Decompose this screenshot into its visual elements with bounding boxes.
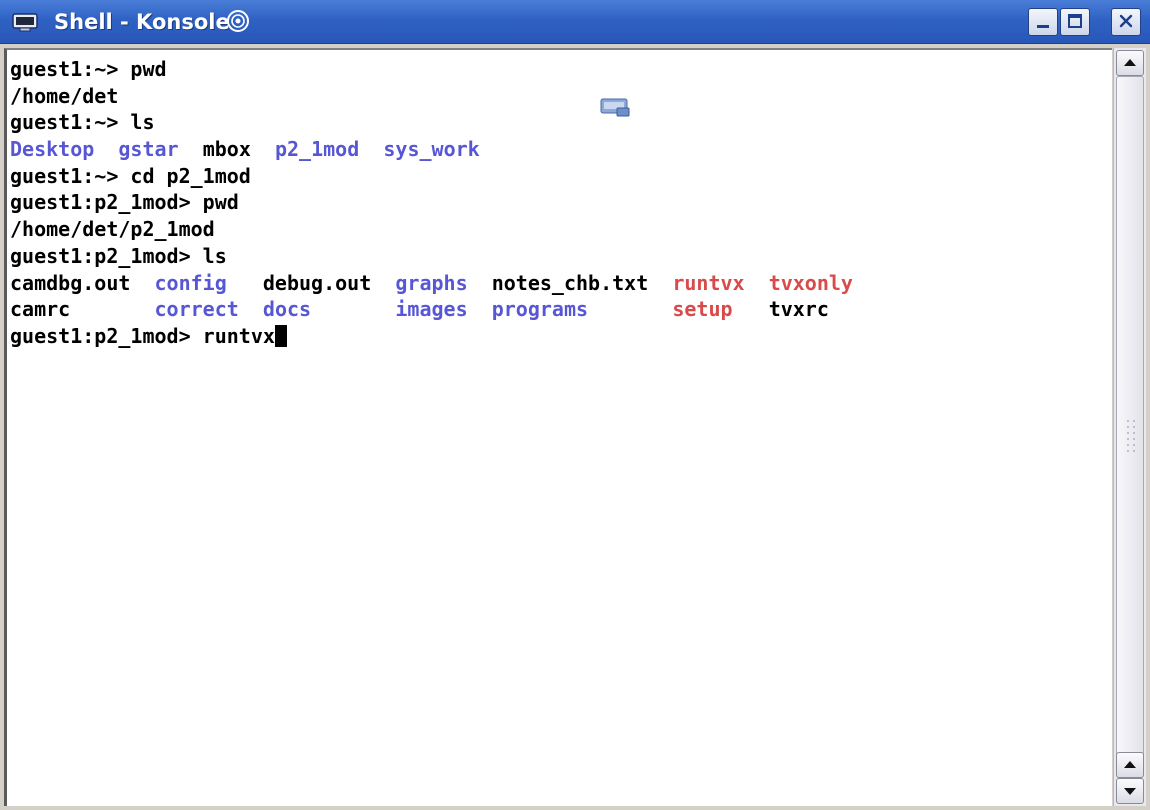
close-icon [1119,14,1133,28]
scroll-up-button[interactable] [1116,50,1144,76]
spacing [239,297,263,321]
minimize-button[interactable] [1028,8,1058,36]
arrow-up-icon [1124,761,1136,768]
terminal-text: Desktop [10,137,95,162]
terminal-text: camdbg.out [10,270,131,295]
terminal-text: p2_1mod [274,137,360,162]
terminal-text: /home/det/p2_1mod [10,217,215,242]
grip-icon [1127,420,1135,452]
spacing [94,137,118,161]
terminal-text: setup [672,297,733,322]
terminal-line: camdbg.out config debug.out graphs notes… [10,270,853,297]
terminal-text: config [154,270,227,295]
terminal-line: guest1:p2_1mod> pwd [10,189,853,216]
spacing [179,137,203,161]
spacing [745,271,769,295]
terminal-line: camrc correct docs images programs setup… [10,296,853,323]
terminal-text: correct [154,297,239,322]
spacing [70,297,154,321]
spacing [251,137,275,161]
arrow-down-icon [1124,788,1136,795]
terminal-text: /home/det [10,83,119,108]
vertical-scrollbar[interactable] [1113,48,1146,806]
terminal-lines: guest1:~> pwd/home/det guest1:~> ls Deskto… [10,56,853,350]
terminal-text: guest1:~> ls [10,110,155,135]
terminal-text: gstar [118,137,179,162]
terminal-text: guest1:p2_1mod> runtvx [10,323,275,348]
scroll-up-button-bottom[interactable] [1116,752,1144,778]
terminal-text: guest1:~> cd p2_1mod [10,163,251,188]
terminal-text: images [395,297,468,322]
maximize-button[interactable] [1060,8,1090,36]
terminal-line: /home/det [10,83,853,110]
terminal-text: camrc [10,297,71,322]
scroll-down-button[interactable] [1116,778,1144,804]
terminal-text: programs [491,297,589,322]
terminal-text: docs [262,297,312,322]
spiral-icon [227,10,249,32]
terminal-text: runtvx [672,270,745,295]
terminal-line: guest1:~> pwd [10,56,853,83]
spacing [359,137,383,161]
terminal-line: guest1:p2_1mod> runtvx [10,323,853,350]
arrow-up-icon [1124,59,1136,66]
spacing [733,297,769,321]
spacing [311,297,395,321]
terminal-text: notes_chb.txt [491,270,649,295]
terminal-text: debug.out [262,270,372,295]
terminal-line: /home/det/p2_1mod [10,216,853,243]
terminal-output[interactable]: guest1:~> pwd/home/det guest1:~> ls Deskto… [4,48,1112,806]
terminal-text: sys_work [383,137,480,162]
terminal-line: guest1:~> cd p2_1mod [10,163,853,190]
konsole-window: Shell - Konsole guest1:~> pwd/home/det gu… [0,0,1150,810]
minimize-icon [1037,25,1049,28]
scroll-thumb[interactable] [1116,76,1144,774]
spacing [468,271,492,295]
spacing [588,297,672,321]
computer-icon [600,98,630,117]
spacing [371,271,395,295]
konsole-monitor-icon[interactable] [12,13,38,33]
maximize-icon [1068,14,1082,28]
spacing [130,271,154,295]
spacing [648,271,672,295]
terminal-line: guest1:p2_1mod> ls [10,243,853,270]
terminal-line: guest1:~> ls [10,109,853,136]
text-cursor [274,324,287,347]
window-title: Shell - Konsole [54,10,230,34]
close-button[interactable] [1111,8,1141,36]
terminal-text: guest1:p2_1mod> pwd [10,190,239,215]
terminal-text: tvxonly [768,270,853,295]
terminal-text: mbox [202,137,251,162]
spacing [468,297,492,321]
terminal-text: guest1:~> pwd [10,57,167,81]
title-bar[interactable]: Shell - Konsole [0,0,1150,44]
terminal-text: graphs [395,270,468,295]
terminal-text: tvxrc [768,297,829,322]
spacing [227,271,263,295]
terminal-line: Desktop gstar mbox p2_1mod sys_work [10,136,853,163]
terminal-text: guest1:p2_1mod> ls [10,243,227,268]
